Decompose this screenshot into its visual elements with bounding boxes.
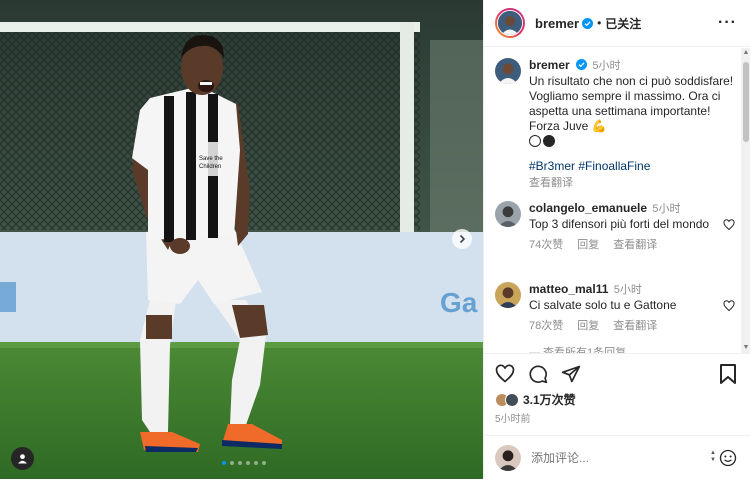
posted-time: 5小时前 — [495, 414, 531, 425]
liker-avatar — [505, 392, 519, 407]
post-caption: bremer 5小时 Un risultato che non ci può s… — [495, 58, 735, 191]
carousel-dot[interactable] — [254, 461, 258, 465]
caption-translate-link[interactable]: 查看翻译 — [529, 176, 735, 191]
author-username[interactable]: bremer — [535, 16, 579, 31]
header-separator: • — [597, 16, 602, 30]
comment-username[interactable]: matteo_mal11 — [529, 282, 608, 296]
post-actions: 3.1万次赞 5小时前 — [484, 353, 750, 435]
black-circle-icon — [543, 135, 555, 147]
carousel-dot[interactable] — [262, 461, 266, 465]
carousel-dot[interactable] — [238, 461, 242, 465]
caption-hashtags[interactable]: #Br3mer #FinoallaFine — [529, 159, 735, 174]
comment-avatar[interactable] — [495, 282, 521, 308]
comment-input[interactable] — [531, 450, 709, 465]
follow-status-button[interactable]: 已关注 — [605, 15, 641, 32]
comments-scrollbar[interactable]: ▲ ▼ — [741, 48, 750, 353]
heart-icon[interactable] — [723, 219, 735, 231]
emoji-circles — [529, 135, 555, 147]
viewer-avatar — [495, 444, 521, 471]
share-icon[interactable] — [561, 364, 581, 384]
carousel-dots — [222, 461, 266, 465]
view-replies-link[interactable]: — 查看所有1条回复 — [529, 344, 626, 353]
comment-translate-link[interactable]: 查看翻译 — [613, 238, 657, 253]
comment-likes[interactable]: 78次赞 — [529, 319, 563, 334]
likes-summary[interactable]: 3.1万次赞 — [495, 391, 576, 408]
heart-icon[interactable] — [723, 300, 735, 312]
comment-reply-button[interactable]: 回复 — [577, 319, 599, 334]
user-tag-icon — [18, 454, 27, 464]
add-comment-bar: ▲▼ — [484, 435, 750, 479]
input-stepper[interactable]: ▲ ▼ — [709, 450, 717, 466]
comment-item: matteo_mal11 5小时 Ci salvate solo tu e Ga… — [495, 282, 735, 334]
caption-text: Un risultato che non ci può soddisfare! … — [529, 74, 734, 133]
next-icon — [459, 234, 466, 244]
comment-translate-link[interactable]: 查看翻译 — [613, 319, 657, 334]
post-sidebar: bremer • 已关注 ··· bremer 5小时 Un risultato… — [483, 0, 750, 479]
more-icon[interactable]: ··· — [718, 14, 737, 32]
white-circle-icon — [529, 135, 541, 147]
like-count[interactable]: 3.1万次赞 — [523, 391, 576, 408]
comment-username[interactable]: colangelo_emanuele — [529, 201, 647, 215]
comment-text: Ci salvate solo tu e Gattone — [529, 298, 677, 312]
verified-icon — [582, 17, 594, 29]
svg-text:Ga: Ga — [440, 287, 478, 318]
carousel-dot[interactable] — [230, 461, 234, 465]
verified-icon — [576, 59, 588, 70]
caption-username[interactable]: bremer — [529, 58, 570, 72]
comment-time: 5小时 — [652, 203, 681, 215]
caption-avatar[interactable] — [495, 58, 521, 84]
user-tag-button[interactable] — [11, 447, 34, 470]
comment-avatar[interactable] — [495, 201, 521, 227]
next-slide-button[interactable] — [452, 229, 472, 249]
comments-list[interactable]: bremer 5小时 Un risultato che non ci può s… — [484, 48, 741, 353]
scrollbar-thumb[interactable] — [743, 62, 749, 142]
carousel-dot[interactable] — [246, 461, 250, 465]
post-photo: Ga Save the Children — [0, 0, 483, 479]
like-heart-icon[interactable] — [495, 364, 515, 384]
comment-item: colangelo_emanuele 5小时 Top 3 difensori p… — [495, 201, 735, 253]
emoji-icon[interactable] — [719, 449, 737, 467]
comment-text: Top 3 difensori più forti del mondo — [529, 217, 710, 231]
post-header: bremer • 已关注 ··· — [484, 0, 750, 47]
comment-icon[interactable] — [528, 364, 548, 384]
instagram-post-modal: Ga Save the Children bremer • 已关注 ··· br… — [0, 0, 750, 479]
author-avatar[interactable] — [495, 8, 525, 38]
caption-time: 5小时 — [592, 60, 621, 72]
scroll-up-icon[interactable]: ▲ — [742, 49, 750, 57]
comment-time: 5小时 — [613, 284, 642, 296]
comment-reply-button[interactable]: 回复 — [577, 238, 599, 253]
carousel-dot[interactable] — [222, 461, 226, 465]
svg-text:Children: Children — [199, 164, 221, 170]
comment-likes[interactable]: 74次赞 — [529, 238, 563, 253]
bookmark-icon[interactable] — [719, 364, 737, 384]
svg-text:Save the: Save the — [199, 156, 223, 162]
scroll-down-icon[interactable]: ▼ — [742, 344, 750, 352]
post-media[interactable]: Ga Save the Children — [0, 0, 483, 479]
